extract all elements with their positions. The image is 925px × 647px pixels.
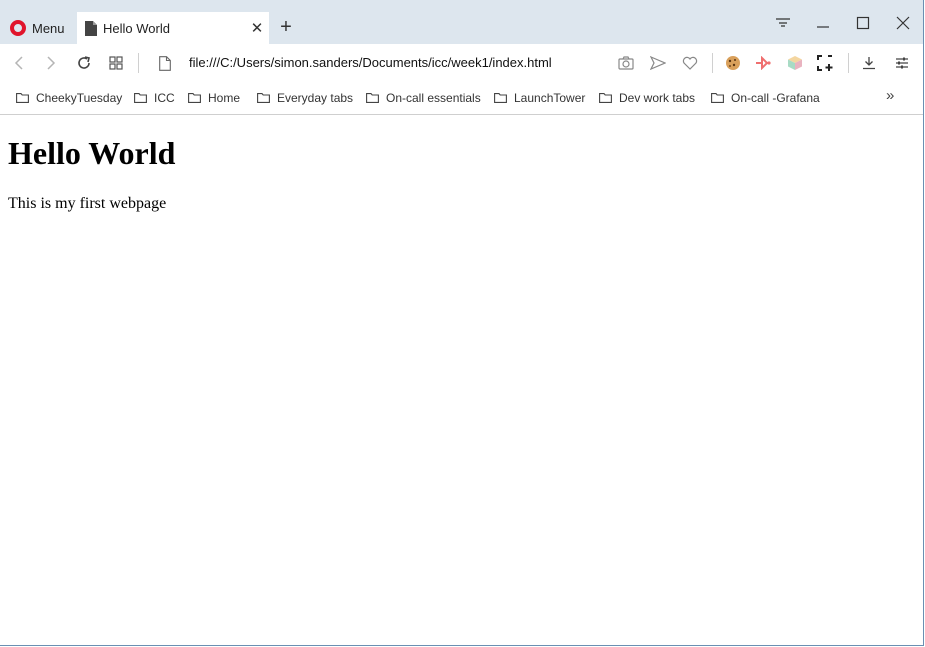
menu-button[interactable]: Menu (0, 12, 76, 44)
snapshot-icon[interactable] (814, 53, 836, 73)
opera-logo-icon (10, 20, 26, 36)
close-icon[interactable]: ✕ (245, 19, 269, 37)
extension-icon[interactable] (752, 53, 774, 73)
download-icon[interactable] (858, 53, 880, 73)
toolbar-divider (848, 53, 849, 73)
page-icon (85, 20, 97, 36)
cube-icon[interactable] (784, 53, 806, 73)
bookmark-launchtower[interactable]: LaunchTower (494, 89, 585, 107)
toolbar-divider (138, 53, 139, 73)
tab-title: Hello World (103, 20, 170, 36)
bookmark-label: Home (208, 91, 241, 105)
bookmark-label: Everyday tabs (277, 91, 354, 105)
bookmark-label: On-call essentials (386, 91, 481, 105)
title-bar: Menu Hello World ✕ + (0, 0, 923, 44)
bookmark-dev-work-tabs[interactable]: Dev work tabs (599, 89, 695, 107)
folder-icon (599, 93, 612, 103)
address-bar[interactable]: file:///C:/Users/simon.sanders/Documents… (189, 55, 552, 70)
bookmark-label: On-call -Grafana (731, 91, 820, 105)
folder-icon (257, 93, 270, 103)
menu-label: Menu (32, 20, 65, 36)
folder-icon (711, 93, 724, 103)
reload-icon[interactable] (73, 53, 95, 73)
minimize-icon[interactable] (808, 10, 838, 36)
window-close-icon[interactable] (888, 10, 918, 36)
page-content: Hello World This is my first webpage (0, 115, 923, 645)
camera-icon[interactable] (615, 53, 637, 73)
bookmark-label: CheekyTuesday (36, 91, 123, 105)
tab-hello-world[interactable]: Hello World ✕ (77, 12, 269, 44)
page-paragraph: This is my first webpage (8, 195, 167, 212)
page-heading: Hello World (8, 135, 176, 171)
bookmark-everyday-tabs[interactable]: Everyday tabs (257, 89, 353, 107)
bookmark-icc[interactable]: ICC (134, 89, 175, 107)
folder-icon (366, 93, 379, 103)
chevron-double-right-icon[interactable]: » (886, 87, 894, 104)
plus-icon[interactable]: + (276, 16, 296, 38)
toolbar-divider (712, 53, 713, 73)
bookmark-on-call-grafana[interactable]: On-call -Grafana (711, 89, 820, 107)
send-icon[interactable] (647, 53, 669, 73)
cookie-icon[interactable] (722, 53, 744, 73)
speed-dial-icon[interactable] (105, 53, 127, 73)
bookmark-label: LaunchTower (514, 91, 586, 105)
folder-icon (16, 93, 29, 103)
bookmark-label: ICC (154, 91, 175, 105)
heart-icon[interactable] (679, 53, 701, 73)
file-icon[interactable] (154, 53, 176, 73)
folder-icon (188, 93, 201, 103)
back-icon[interactable] (8, 53, 30, 73)
folder-icon (134, 93, 147, 103)
maximize-icon[interactable] (848, 10, 878, 36)
bookmark-cheekytuesday[interactable]: CheekyTuesday (16, 89, 122, 107)
easy-setup-icon[interactable] (891, 53, 913, 73)
bookmarks-bar: CheekyTuesday ICC Home Everyday tabs On-… (0, 82, 923, 115)
address-toolbar: file:///C:/Users/simon.sanders/Documents… (0, 44, 923, 82)
browser-window: Menu Hello World ✕ + file:///C:/Users/si… (0, 0, 924, 646)
forward-icon[interactable] (40, 53, 62, 73)
bookmark-label: Dev work tabs (619, 91, 696, 105)
tab-menu-icon[interactable] (768, 10, 798, 36)
bookmark-on-call-essentials[interactable]: On-call essentials (366, 89, 481, 107)
folder-icon (494, 93, 507, 103)
bookmark-home[interactable]: Home (188, 89, 240, 107)
